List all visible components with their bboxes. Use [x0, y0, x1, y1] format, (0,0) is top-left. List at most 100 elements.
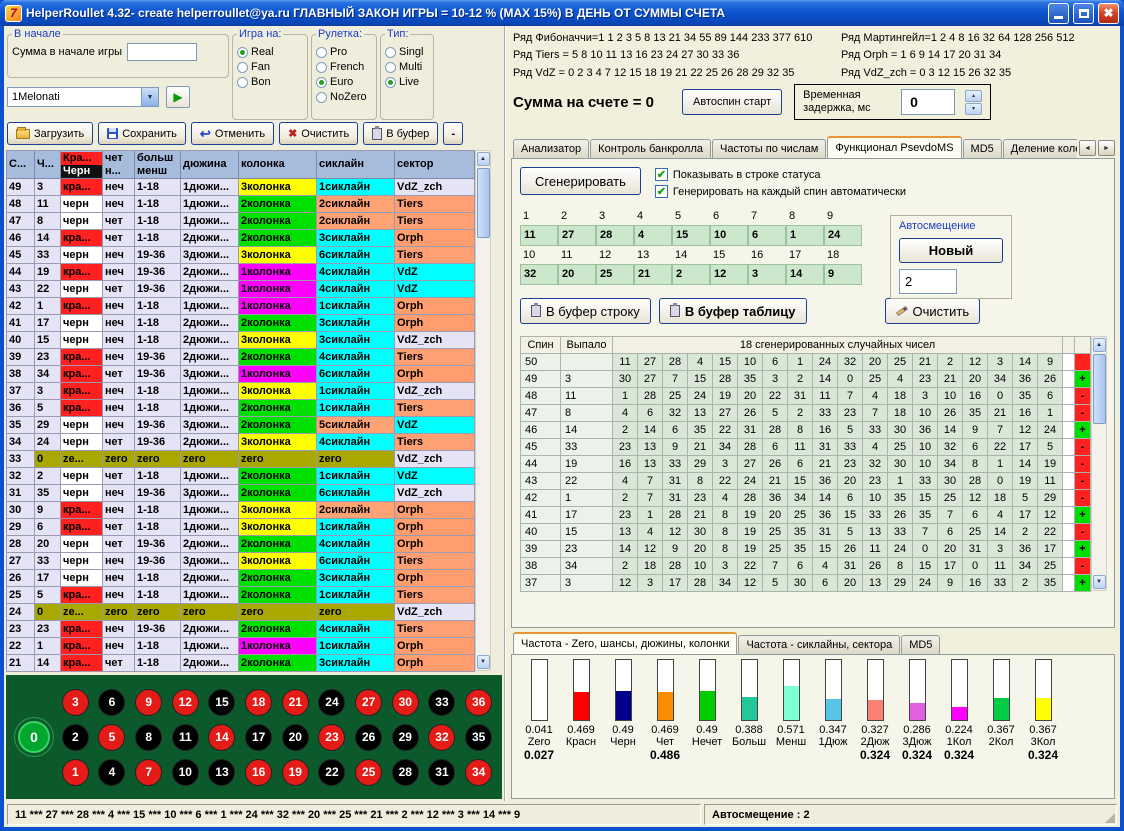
range-cell[interactable]: 1-18 — [135, 655, 181, 672]
color-cell[interactable]: черн — [61, 332, 103, 349]
range-cell[interactable]: 1-18 — [135, 570, 181, 587]
gen-value-cell[interactable]: 27 — [558, 225, 596, 246]
even-cell[interactable]: неч — [103, 264, 135, 281]
board-number-22[interactable]: 22 — [318, 759, 345, 786]
sector-cell[interactable]: VdZ_zch — [395, 383, 475, 400]
resize-grip[interactable] — [1105, 813, 1115, 823]
board-number-11[interactable]: 11 — [172, 724, 199, 751]
scroll-down-icon[interactable]: ▼ — [1093, 575, 1106, 589]
range-cell[interactable]: zero — [135, 604, 181, 621]
sector-cell[interactable]: VdZ_zch — [395, 451, 475, 468]
spin-cell[interactable]: 28 — [7, 536, 35, 553]
board-number-24[interactable]: 24 — [318, 689, 345, 716]
gen-value-cell[interactable]: 20 — [558, 264, 596, 285]
column-cell[interactable]: 2колонка — [239, 213, 317, 230]
number-cell[interactable]: 5 — [35, 587, 61, 604]
column-cell[interactable]: 2колонка — [239, 570, 317, 587]
dozen-cell[interactable]: 3дюжи... — [181, 247, 239, 264]
column-cell[interactable]: 3колонка — [239, 553, 317, 570]
sixline-cell[interactable]: 4сиклайн — [317, 536, 395, 553]
even-cell[interactable]: чет — [103, 213, 135, 230]
dozen-cell[interactable]: 1дюжи... — [181, 638, 239, 655]
freq-tab-0[interactable]: Частота - Zero, шансы, дюжины, колонки — [513, 632, 737, 654]
color-cell[interactable]: черн — [61, 553, 103, 570]
sector-cell[interactable]: Orph — [395, 230, 475, 247]
dozen-cell[interactable]: 2дюжи... — [181, 281, 239, 298]
sixline-cell[interactable]: 3сиклайн — [317, 315, 395, 332]
dozen-cell[interactable]: 3дюжи... — [181, 417, 239, 434]
spin-cell[interactable]: 49 — [7, 179, 35, 196]
sixline-cell[interactable]: 1сиклайн — [317, 383, 395, 400]
even-cell[interactable]: чет — [103, 434, 135, 451]
range-cell[interactable]: 19-36 — [135, 434, 181, 451]
tab-3[interactable]: Функционал PsevdoMS — [827, 136, 961, 158]
board-number-26[interactable]: 26 — [355, 724, 382, 751]
board-number-9[interactable]: 9 — [135, 689, 162, 716]
clear-button[interactable]: ✖Очистить — [279, 122, 358, 145]
number-cell[interactable]: 20 — [35, 536, 61, 553]
gen-value-cell[interactable]: 6 — [748, 225, 786, 246]
range-cell[interactable]: 1-18 — [135, 383, 181, 400]
number-cell[interactable]: 29 — [35, 417, 61, 434]
sector-cell[interactable]: Tiers — [395, 213, 475, 230]
board-number-32[interactable]: 32 — [428, 724, 455, 751]
play-button[interactable]: ▶ — [166, 86, 190, 108]
scroll-up-icon[interactable]: ▲ — [477, 152, 490, 166]
sixline-cell[interactable]: 6сиклайн — [317, 366, 395, 383]
dozen-cell[interactable]: 2дюжи... — [181, 315, 239, 332]
range-cell[interactable]: 1-18 — [135, 587, 181, 604]
number-cell[interactable]: 24 — [35, 434, 61, 451]
even-cell[interactable]: неч — [103, 315, 135, 332]
tab-2[interactable]: Частоты по числам — [712, 139, 826, 158]
board-number-23[interactable]: 23 — [318, 724, 345, 751]
column-cell[interactable]: 1колонка — [239, 298, 317, 315]
column-cell[interactable]: 3колонка — [239, 519, 317, 536]
history-scrollbar[interactable]: ▲ ▼ — [475, 150, 491, 671]
gen-value-cell[interactable]: 28 — [596, 225, 634, 246]
even-cell[interactable]: неч — [103, 621, 135, 638]
spin-cell[interactable]: 42 — [7, 298, 35, 315]
dozen-cell[interactable]: 3дюжи... — [181, 366, 239, 383]
even-cell[interactable]: чет — [103, 536, 135, 553]
range-cell[interactable]: 1-18 — [135, 196, 181, 213]
number-cell[interactable]: 22 — [35, 281, 61, 298]
dozen-cell[interactable]: 1дюжи... — [181, 196, 239, 213]
radio-multi[interactable]: Multi — [385, 61, 429, 73]
sixline-cell[interactable]: 2сиклайн — [317, 196, 395, 213]
board-number-18[interactable]: 18 — [245, 689, 272, 716]
color-cell[interactable]: кра... — [61, 264, 103, 281]
tab-4[interactable]: MD5 — [963, 139, 1002, 158]
tab-0[interactable]: Анализатор — [513, 139, 589, 158]
range-cell[interactable]: 19-36 — [135, 417, 181, 434]
color-cell[interactable]: кра... — [61, 383, 103, 400]
dozen-cell[interactable]: zero — [181, 451, 239, 468]
spin-cell[interactable]: 36 — [7, 400, 35, 417]
board-number-21[interactable]: 21 — [282, 689, 309, 716]
spin-cell[interactable]: 23 — [7, 621, 35, 638]
color-cell[interactable]: черн — [61, 434, 103, 451]
color-cell[interactable]: черн — [61, 247, 103, 264]
generate-button[interactable]: Сгенерировать — [520, 167, 641, 195]
radio-french[interactable]: French — [316, 61, 372, 73]
range-cell[interactable]: 19-36 — [135, 349, 181, 366]
spin-cell[interactable]: 33 — [7, 451, 35, 468]
freq-tab-1[interactable]: Частота - сиклайны, сектора — [738, 635, 900, 654]
number-cell[interactable]: 3 — [35, 179, 61, 196]
dozen-cell[interactable]: 1дюжи... — [181, 213, 239, 230]
range-cell[interactable]: 1-18 — [135, 638, 181, 655]
tab-scroll-right-icon[interactable]: ► — [1098, 140, 1115, 156]
sixline-cell[interactable]: 2сиклайн — [317, 502, 395, 519]
color-cell[interactable]: кра... — [61, 179, 103, 196]
sixline-cell[interactable]: 3сиклайн — [317, 230, 395, 247]
board-number-3[interactable]: 3 — [62, 689, 89, 716]
gen-value-cell[interactable]: 10 — [710, 225, 748, 246]
even-cell[interactable]: неч — [103, 179, 135, 196]
buffer-button[interactable]: В буфер — [363, 122, 438, 145]
column-cell[interactable]: 2колонка — [239, 349, 317, 366]
range-cell[interactable]: 1-18 — [135, 213, 181, 230]
sector-cell[interactable]: Orph — [395, 536, 475, 553]
spin-cell[interactable]: 43 — [7, 281, 35, 298]
sixline-cell[interactable]: 1сиклайн — [317, 400, 395, 417]
spin-cell[interactable]: 47 — [7, 213, 35, 230]
range-cell[interactable]: zero — [135, 451, 181, 468]
